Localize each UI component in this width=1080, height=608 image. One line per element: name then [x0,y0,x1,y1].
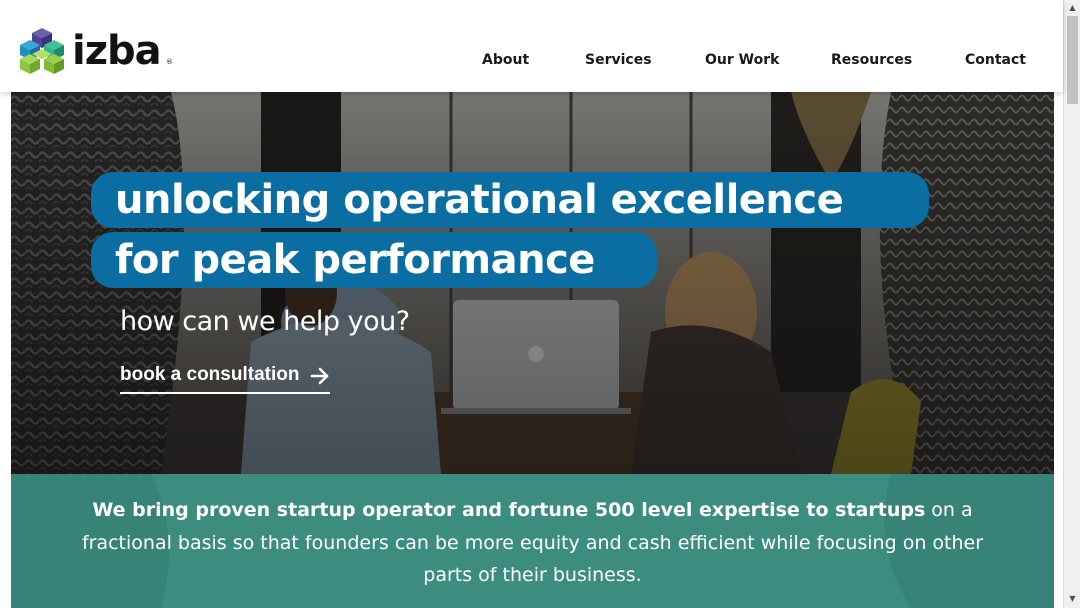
cta-label: book a consultation [120,364,300,385]
headline-line-2: for peak performance [91,232,657,288]
intro-paragraph: We bring proven startup operator and for… [71,494,994,592]
site-header: izba ® About Services Our Work Resources… [0,0,1063,92]
hero-subheading: how can we help you? [120,306,410,337]
nav-services[interactable]: Services [585,52,652,68]
hero-section: unlocking operational excellence for pea… [11,92,1054,474]
nav-contact[interactable]: Contact [965,52,1026,68]
main-nav: About Services Our Work Resources Contac… [0,52,1063,72]
nav-our-work[interactable]: Our Work [705,52,779,68]
headline-line-1: unlocking operational excellence [91,172,929,228]
scroll-down-arrow-icon[interactable]: ▼ [1067,594,1078,604]
arrow-right-icon [310,367,329,385]
book-consultation-link[interactable]: book a consultation [120,362,330,394]
intro-bold-text: We bring proven startup operator and for… [92,499,926,521]
scroll-up-arrow-icon[interactable]: ▲ [1067,3,1078,13]
nav-resources[interactable]: Resources [831,52,912,68]
nav-about[interactable]: About [482,52,529,68]
intro-band: We bring proven startup operator and for… [11,474,1054,608]
scroll-thumb[interactable] [1067,16,1078,104]
page-scrollbar[interactable]: ▲ ▼ [1063,0,1080,608]
